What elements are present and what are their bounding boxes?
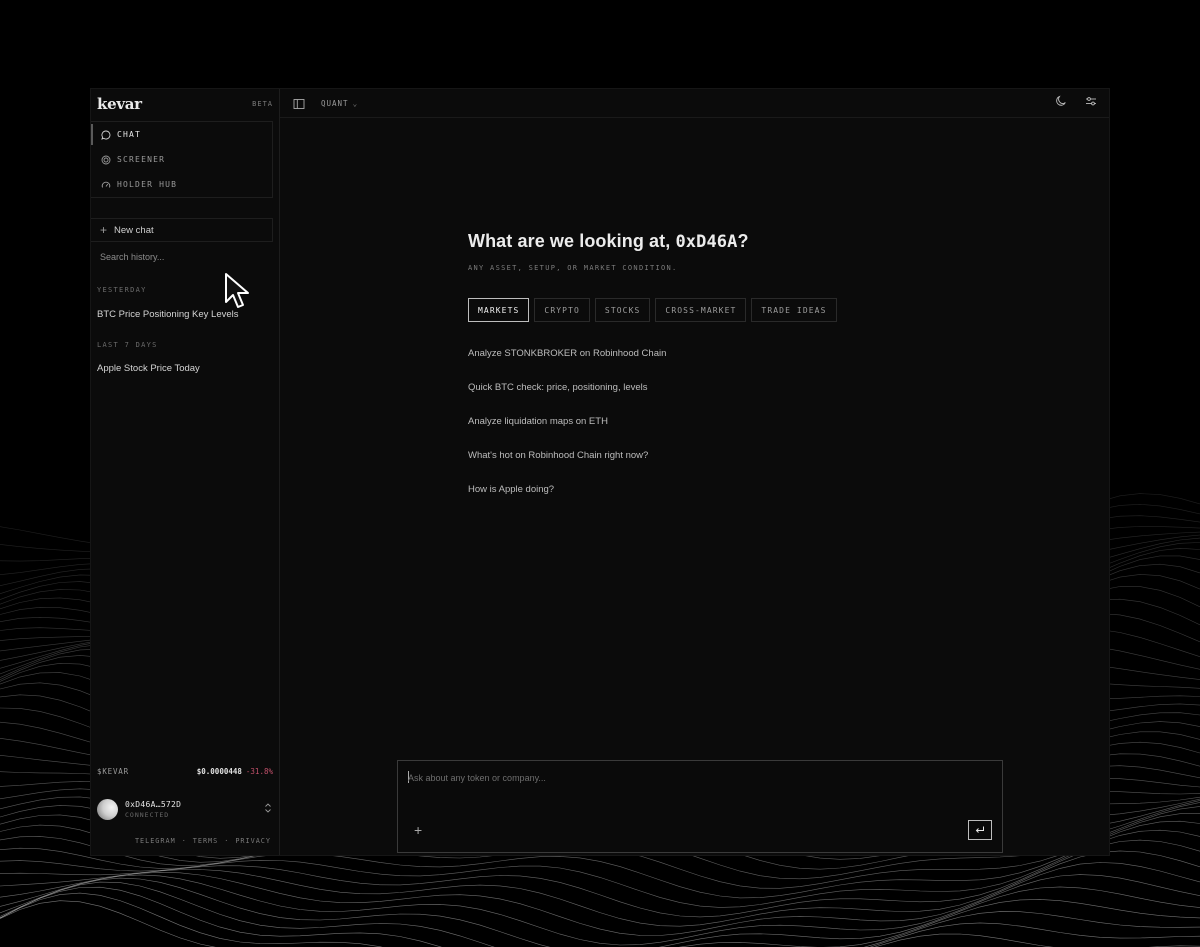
suggestion-item[interactable]: What's hot on Robinhood Chain right now? <box>468 438 938 472</box>
token-price: $0.0000448 <box>196 767 242 776</box>
history-item[interactable]: BTC Price Positioning Key Levels <box>91 309 279 320</box>
logo[interactable]: kevar <box>97 95 142 113</box>
mouse-pointer-icon <box>225 273 249 308</box>
nav-item-chat[interactable]: CHAT <box>91 122 272 147</box>
greeting-suffix: ? <box>737 231 749 251</box>
sidebar: kevar BETA CHAT SCREENER HOLDER HUB + Ne… <box>91 89 280 855</box>
welcome-section: What are we looking at, 0xD46A? ANY ASSE… <box>468 231 938 506</box>
history-group: LAST 7 DAYS Apple Stock Price Today <box>91 341 279 374</box>
telegram-link[interactable]: TELEGRAM <box>135 837 176 845</box>
nav-item-label: SCREENER <box>117 155 166 164</box>
separator: · <box>224 837 230 845</box>
beta-badge: BETA <box>252 100 273 108</box>
gauge-icon <box>101 180 111 190</box>
suggestion-list: Analyze STONKBROKER on Robinhood Chain Q… <box>468 336 938 506</box>
separator: · <box>181 837 187 845</box>
return-arrow-icon <box>975 826 984 833</box>
wallet-status: CONNECTED <box>125 810 170 819</box>
chat-bubble-icon <box>101 130 111 140</box>
footer-links: TELEGRAM · TERMS · PRIVACY <box>91 837 279 845</box>
tab-markets[interactable]: MARKETS <box>468 298 530 322</box>
category-tabs: MARKETS CRYPTO STOCKS CROSS-MARKET TRADE… <box>468 298 938 322</box>
wallet-info: 0xD46A…572D CONNECTED <box>125 800 263 819</box>
nav-item-holder-hub[interactable]: HOLDER HUB <box>91 172 272 197</box>
history-heading: LAST 7 DAYS <box>97 341 158 349</box>
history-group: YESTERDAY BTC Price Positioning Key Leve… <box>91 286 279 320</box>
suggestion-item[interactable]: Quick BTC check: price, positioning, lev… <box>468 370 938 404</box>
suggestion-item[interactable]: Analyze STONKBROKER on Robinhood Chain <box>468 336 938 370</box>
new-chat-label: New chat <box>114 224 154 236</box>
suggestion-item[interactable]: Analyze liquidation maps on ETH <box>468 404 938 438</box>
topbar-actions <box>1055 94 1097 112</box>
sidebar-toggle-icon[interactable] <box>293 97 305 109</box>
nav-item-label: HOLDER HUB <box>117 180 178 189</box>
chevron-down-icon: ⌄ <box>352 98 359 108</box>
wave-line <box>0 892 1200 947</box>
new-chat-button[interactable]: + New chat <box>91 218 273 242</box>
terms-link[interactable]: TERMS <box>193 837 218 845</box>
tab-cross-market[interactable]: CROSS-MARKET <box>655 298 747 322</box>
history-item[interactable]: Apple Stock Price Today <box>91 363 279 374</box>
avatar <box>97 798 118 820</box>
chevron-up-down-icon <box>263 802 273 816</box>
main-nav: CHAT SCREENER HOLDER HUB <box>91 121 273 198</box>
nav-item-screener[interactable]: SCREENER <box>91 147 272 172</box>
page-subtitle: ANY ASSET, SETUP, OR MARKET CONDITION. <box>468 264 678 272</box>
chat-composer: + <box>397 760 1003 853</box>
greeting-address: 0xD46A <box>675 232 738 252</box>
brand-bar: kevar BETA <box>91 89 279 119</box>
tab-trade-ideas[interactable]: TRADE IDEAS <box>751 298 837 322</box>
mode-label: QUANT <box>321 98 349 108</box>
attach-button[interactable]: + <box>414 823 422 837</box>
wallet-address: 0xD46A…572D <box>125 799 182 809</box>
wave-line <box>0 850 1200 927</box>
search-history-input[interactable]: Search history... <box>91 242 279 272</box>
tab-stocks[interactable]: STOCKS <box>594 298 651 322</box>
nav-item-label: CHAT <box>117 130 142 139</box>
greeting-text: What are we looking at, <box>468 231 676 251</box>
target-icon <box>101 155 111 165</box>
topbar: QUANT ⌄ <box>280 89 1109 118</box>
token-name: $KEVAR <box>97 767 129 776</box>
mode-selector[interactable]: QUANT ⌄ <box>321 99 358 108</box>
wave-line <box>0 874 1200 946</box>
settings-sliders-icon[interactable] <box>1085 94 1097 112</box>
page-title: What are we looking at, 0xD46A? <box>468 231 938 252</box>
chat-input[interactable] <box>408 773 992 783</box>
suggestion-item[interactable]: How is Apple doing? <box>468 472 938 506</box>
tab-crypto[interactable]: CRYPTO <box>534 298 590 322</box>
app-window: kevar BETA CHAT SCREENER HOLDER HUB + Ne… <box>90 88 1110 856</box>
plus-icon: + <box>100 223 108 237</box>
moon-icon[interactable] <box>1055 94 1067 112</box>
token-change: -31.8% <box>245 767 273 776</box>
privacy-link[interactable]: PRIVACY <box>235 837 271 845</box>
main-panel: QUANT ⌄ What are we looking at, 0xD46A? A… <box>280 89 1109 855</box>
history-heading: YESTERDAY <box>97 286 147 294</box>
wave-line <box>0 881 1200 947</box>
token-ticker[interactable]: $KEVAR $0.0000448 -31.8% <box>97 767 273 776</box>
wallet-menu[interactable]: 0xD46A…572D CONNECTED <box>97 793 273 825</box>
wave-line <box>0 900 1200 947</box>
send-button[interactable] <box>968 820 992 840</box>
